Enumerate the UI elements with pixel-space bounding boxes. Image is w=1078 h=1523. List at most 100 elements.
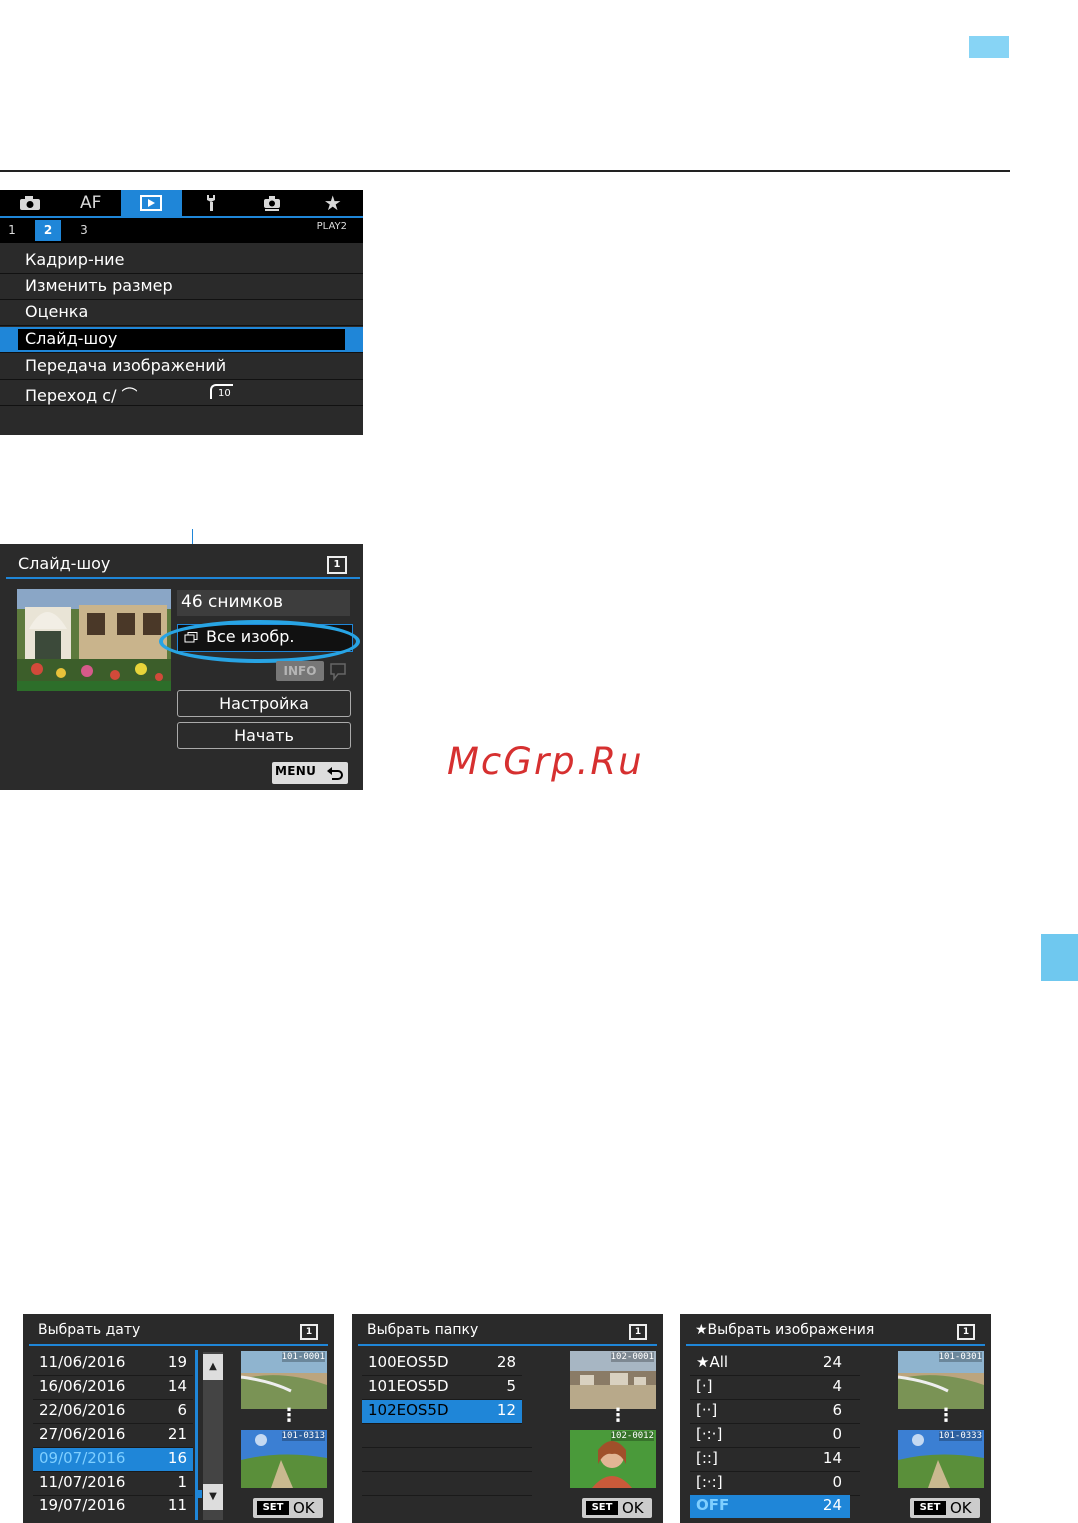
list-item[interactable]: 100EOS5D 28 <box>362 1352 522 1376</box>
list-item-empty <box>362 1448 532 1472</box>
highlight-oval <box>159 620 360 663</box>
list-item[interactable]: 11/07/2016 1 <box>33 1472 193 1496</box>
rating-label: ★All <box>696 1353 729 1371</box>
preview-image <box>17 589 171 691</box>
menu-item-label: Передача изображений <box>25 356 227 375</box>
list-item-selected[interactable]: 102EOS5D 12 <box>362 1400 522 1424</box>
menu-subtabs: 1 2 3 PLAY2 <box>0 218 363 243</box>
set-ok-button[interactable]: SET OK <box>253 1498 323 1518</box>
thumbnail-last: 101-0333 <box>898 1430 984 1488</box>
menu-item-crop[interactable]: Кадрир-ние <box>0 248 363 274</box>
watermark: McGrp.Ru <box>447 740 644 783</box>
select-folder-screen: Выбрать папку 1 100EOS5D 28 101EOS5D 5 102… <box>352 1314 663 1523</box>
list-item[interactable]: 11/06/2016 19 <box>33 1352 193 1376</box>
list-item[interactable]: 27/06/2016 21 <box>33 1424 193 1448</box>
page-number-icon: 1 <box>300 1324 318 1340</box>
title-underline <box>686 1344 985 1346</box>
set-ok-button[interactable]: SET OK <box>582 1498 652 1518</box>
count-label: 24 <box>822 1496 842 1514</box>
menu-back-button[interactable]: MENU <box>272 762 348 784</box>
playback-menu-screen: AF ★ 1 2 3 PLAY2 Кадрир-ние Изменить раз… <box>0 190 363 435</box>
set-label: SET <box>586 1501 618 1515</box>
folder-label: 102EOS5D <box>368 1401 449 1419</box>
date-label: 11/06/2016 <box>39 1353 126 1371</box>
list-item[interactable]: [··] 6 <box>690 1400 860 1424</box>
setup-button[interactable]: Настройка <box>177 690 351 717</box>
tab-setup[interactable] <box>182 190 243 216</box>
return-icon <box>327 767 343 780</box>
play-icon <box>140 195 163 211</box>
menu-item-image-transfer[interactable]: Передача изображений <box>0 354 363 380</box>
count-label: 11 <box>167 1496 187 1514</box>
menu-item-rating[interactable]: Оценка <box>0 300 363 326</box>
tab-shooting[interactable] <box>0 190 61 216</box>
star-icon: ★ <box>323 191 342 215</box>
thumbnail-label: 101-0313 <box>281 1431 325 1441</box>
subtab-1[interactable]: 1 <box>4 220 20 241</box>
subtab-3[interactable]: 3 <box>76 220 92 241</box>
scroll-up-arrow-icon[interactable]: ▲ <box>203 1354 223 1380</box>
list-item-empty <box>362 1495 532 1518</box>
list-item[interactable]: ★All 24 <box>690 1352 860 1376</box>
speech-bubble-icon <box>330 663 346 681</box>
list-item-empty <box>362 1472 532 1496</box>
menu-item-jump[interactable]: Переход с/ ⌒ 10 <box>0 380 363 406</box>
menu-item-resize[interactable]: Изменить размер <box>0 274 363 300</box>
count-label: 16 <box>167 1449 187 1467</box>
list-item[interactable]: 22/06/2016 6 <box>33 1400 193 1424</box>
thumbnail-label: 101-0333 <box>938 1431 982 1441</box>
folder-label: 101EOS5D <box>368 1377 449 1395</box>
menu-item-label: Переход с/ ⌒ <box>25 386 138 405</box>
tab-my-menu[interactable]: ★ <box>303 190 364 216</box>
rating-label: OFF <box>696 1496 730 1514</box>
title-underline <box>6 577 360 579</box>
list-item[interactable]: [::] 14 <box>690 1448 860 1472</box>
thumbnail-last: 102-0012 <box>570 1430 656 1488</box>
start-button[interactable]: Начать <box>177 722 351 749</box>
scroll-down-arrow-icon[interactable]: ▼ <box>203 1484 223 1510</box>
select-date-screen: Выбрать дату 1 11/06/2016 19 16/06/2016 14… <box>23 1314 334 1523</box>
date-label: 16/06/2016 <box>39 1377 126 1395</box>
tab-playback[interactable] <box>121 190 182 216</box>
date-label: 11/07/2016 <box>39 1473 126 1491</box>
ok-label: OK <box>622 1499 644 1517</box>
menu-item-slideshow[interactable]: Слайд-шоу <box>0 327 363 353</box>
rating-label: [:·:] <box>696 1473 723 1491</box>
side-chapter-marker <box>1041 934 1078 981</box>
list-item-selected[interactable]: 09/07/2016 16 <box>33 1448 193 1472</box>
count-label: 19 <box>167 1353 187 1371</box>
page-number-icon: 1 <box>957 1324 975 1340</box>
thumbnail-last: 101-0313 <box>241 1430 327 1488</box>
screen-title: Выбрать папку <box>367 1322 479 1338</box>
page-number-icon: 1 <box>327 556 347 574</box>
count-label: 4 <box>832 1377 842 1395</box>
list-item-selected[interactable]: OFF 24 <box>690 1495 850 1518</box>
page-number-icon: 1 <box>629 1324 647 1340</box>
tab-af[interactable]: AF <box>61 190 122 216</box>
count-label: 6 <box>832 1401 842 1419</box>
more-dots-icon: ⋮ <box>280 1405 298 1426</box>
list-item[interactable]: [·:·] 0 <box>690 1424 860 1448</box>
thumbnail-label: 102-0001 <box>610 1352 654 1362</box>
wrench-icon <box>206 195 215 211</box>
menu-item-label: Оценка <box>25 302 89 321</box>
menu-item-empty <box>0 406 363 431</box>
list-item[interactable]: 16/06/2016 14 <box>33 1376 193 1400</box>
subtab-2[interactable]: 2 <box>35 220 61 241</box>
title-underline <box>358 1344 657 1346</box>
count-label: 1 <box>177 1473 187 1491</box>
set-ok-button[interactable]: SET OK <box>910 1498 980 1518</box>
page-label: PLAY2 <box>316 221 347 232</box>
screen-title: Выбрать дату <box>38 1322 141 1338</box>
tab-custom[interactable] <box>242 190 303 216</box>
list-item[interactable]: [:·:] 0 <box>690 1472 860 1496</box>
list-item[interactable]: [·] 4 <box>690 1376 860 1400</box>
rating-label: [·] <box>696 1377 713 1395</box>
date-label: 22/06/2016 <box>39 1401 126 1419</box>
list-item[interactable]: 101EOS5D 5 <box>362 1376 522 1400</box>
date-label: 27/06/2016 <box>39 1425 126 1443</box>
folder-label: 100EOS5D <box>368 1353 449 1371</box>
info-button[interactable]: INFO <box>276 661 324 681</box>
af-label: AF <box>80 193 102 213</box>
list-item[interactable]: 19/07/2016 11 <box>33 1495 193 1518</box>
